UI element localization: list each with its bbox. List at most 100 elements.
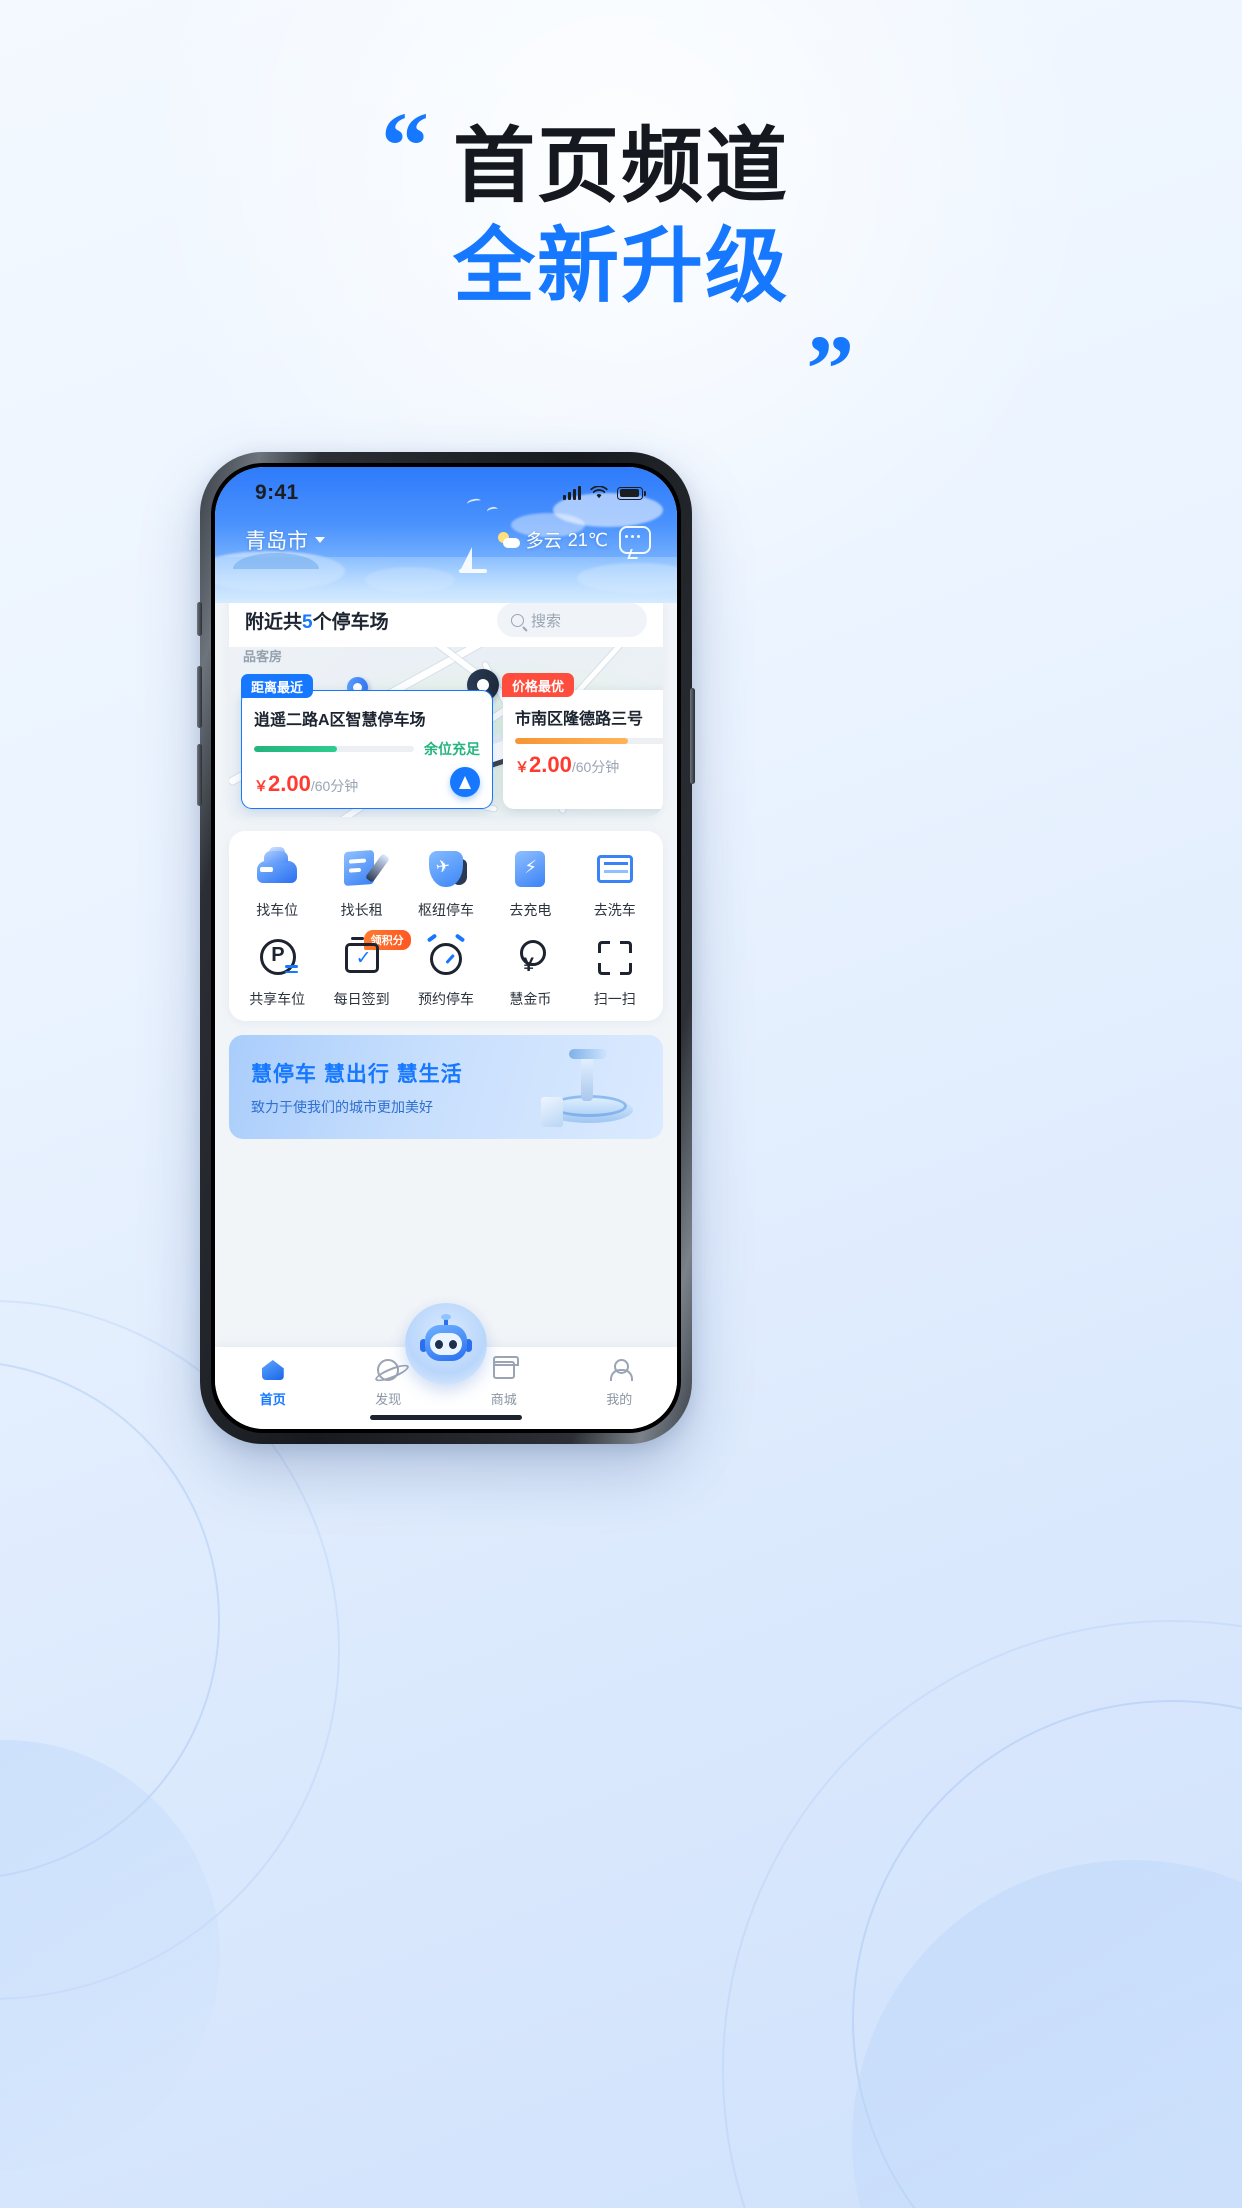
tab-label: 发现 xyxy=(375,1392,402,1407)
scan-icon xyxy=(593,936,637,980)
weather-bar: 青岛市 多云 21℃ xyxy=(215,519,677,555)
quick-action-shared-parking[interactable]: 共享车位 xyxy=(235,936,319,1009)
availability-bar xyxy=(515,738,663,744)
tab-label: 首页 xyxy=(259,1392,286,1407)
signal-bars-icon xyxy=(563,486,581,500)
tab-label: 我的 xyxy=(606,1392,633,1407)
parking-card-list: 距离最近 逍遥二路A区智慧停车场 余位充足 ￥2.00/60分钟 价格最优 市南… xyxy=(241,673,663,809)
partly-cloudy-icon xyxy=(497,529,520,551)
price-unit: /60分钟 xyxy=(571,759,620,775)
car-wash-icon xyxy=(593,847,637,891)
quick-action-car-wash[interactable]: 去洗车 xyxy=(573,847,657,920)
quick-action-scan[interactable]: 扫一扫 xyxy=(573,936,657,1009)
app-content: 附近共5个停车场 搜索 品客房 距离最近 逍遥二路A区智慧停车场 余位充足 ￥2… xyxy=(215,603,677,1347)
quick-action-charging[interactable]: 去充电 xyxy=(488,847,572,920)
airport-shield-icon xyxy=(424,847,468,891)
quick-action-find-parking[interactable]: 找车位 xyxy=(235,847,319,920)
city-selector[interactable]: 青岛市 xyxy=(245,525,325,555)
headline-line-1: 首页频道 xyxy=(452,121,789,212)
weather-info[interactable]: 多云 21℃ xyxy=(497,527,608,553)
quick-actions-grid: 找车位 找长租 枢纽停车 xyxy=(235,847,657,1009)
navigate-arrow-icon[interactable] xyxy=(450,767,480,797)
status-bar-time: 9:41 xyxy=(255,481,299,504)
parking-count-suffix: 个停车场 xyxy=(312,611,389,633)
parking-price: ￥2.00/60分钟 xyxy=(515,752,619,778)
quick-action-label: 慧金币 xyxy=(509,991,552,1007)
parking-panel: 附近共5个停车场 搜索 品客房 距离最近 逍遥二路A区智慧停车场 余位充足 ￥2… xyxy=(229,603,663,817)
taxi-icon xyxy=(255,847,299,891)
parking-count-title: 附近共5个停车场 xyxy=(245,607,389,634)
currency-symbol: ￥ xyxy=(254,778,268,794)
background-arc xyxy=(0,1360,220,1880)
price-value: 2.00 xyxy=(268,771,311,796)
quick-actions-panel: 找车位 找长租 枢纽停车 xyxy=(229,831,663,1021)
quote-close-icon: „ xyxy=(807,264,855,372)
search-placeholder: 搜索 xyxy=(531,612,562,630)
city-label: 青岛市 xyxy=(245,530,308,553)
app-screen: 9:41 青岛市 多云 21℃ 附近共5个停车场 搜索 品客房 距离最近 逍遥二… xyxy=(215,467,677,1429)
phone-mute-switch xyxy=(197,602,202,636)
message-icon[interactable] xyxy=(619,526,651,554)
home-indicator xyxy=(370,1415,522,1420)
background-arc xyxy=(852,1700,1242,2208)
chevron-down-icon xyxy=(315,537,325,543)
weather-text: 多云 xyxy=(525,531,562,551)
quick-action-label: 找车位 xyxy=(256,902,299,918)
parking-count-number: 5 xyxy=(302,611,313,633)
quick-action-label: 预约停车 xyxy=(417,991,474,1007)
headline-line-2: 全新升级 xyxy=(452,221,789,313)
quick-action-label: 每日签到 xyxy=(333,991,390,1007)
weather-header: 9:41 青岛市 多云 21℃ xyxy=(215,467,677,603)
banner-subtitle: 致力于使我们的城市更加美好 xyxy=(251,1098,433,1115)
parking-count-prefix: 附近共 xyxy=(245,611,303,633)
phone-mockup: 9:41 青岛市 多云 21℃ 附近共5个停车场 搜索 品客房 距离最近 逍遥二… xyxy=(197,452,695,1444)
parking-p-icon xyxy=(255,936,299,980)
quick-action-hub-parking[interactable]: 枢纽停车 xyxy=(404,847,488,920)
availability-text: 余位充足 xyxy=(424,741,480,757)
wifi-icon xyxy=(590,486,608,499)
parking-card-name: 市南区隆德路三号 xyxy=(515,711,644,728)
phone-volume-down-button xyxy=(197,744,202,806)
phone-power-button xyxy=(690,688,695,784)
quick-action-coins[interactable]: 慧金币 xyxy=(488,936,572,1009)
quick-action-long-rent[interactable]: 找长租 xyxy=(319,847,403,920)
tab-label: 商城 xyxy=(490,1392,517,1407)
quick-action-label: 去充电 xyxy=(509,902,552,918)
quick-action-label: 找长租 xyxy=(340,902,383,918)
map-view[interactable]: 品客房 燕儿路 45号院 道 xyxy=(229,647,663,817)
quick-action-label: 枢纽停车 xyxy=(417,902,474,918)
parking-card[interactable]: 距离最近 逍遥二路A区智慧停车场 余位充足 ￥2.00/60分钟 xyxy=(241,674,493,809)
temperature-text: 21℃ xyxy=(567,529,608,550)
compass-icon xyxy=(375,1357,401,1383)
availability-bar xyxy=(254,746,414,752)
search-input[interactable]: 搜索 xyxy=(497,603,647,637)
currency-symbol: ￥ xyxy=(515,759,529,775)
banner-title: 慧停车 慧出行 慧生活 xyxy=(251,1062,463,1086)
home-icon xyxy=(260,1357,286,1383)
quick-action-daily-checkin[interactable]: 领积分 每日签到 xyxy=(319,930,411,1009)
promo-banner[interactable]: 慧停车 慧出行 慧生活 致力于使我们的城市更加美好 xyxy=(229,1035,663,1139)
parking-card-tag: 价格最优 xyxy=(502,673,575,697)
quick-action-label: 共享车位 xyxy=(249,991,306,1007)
parking-card-tag: 距离最近 xyxy=(241,674,314,698)
robot-assistant-icon[interactable] xyxy=(405,1303,487,1385)
price-unit: /60分钟 xyxy=(310,778,359,794)
calendar-check-icon xyxy=(340,936,384,980)
alarm-clock-icon xyxy=(424,933,468,980)
tab-home[interactable]: 首页 xyxy=(237,1357,309,1408)
bottom-tab-bar: 首页 发现 商城 我的 xyxy=(215,1303,677,1429)
banner-illustration xyxy=(535,1049,645,1129)
background-arc xyxy=(722,1620,1242,2208)
parking-card[interactable]: 价格最优 市南区隆德路三号 ￥2.00/60分钟 xyxy=(502,673,663,809)
poster-headline: “ 首页频道 全新升级 „ xyxy=(0,98,1242,367)
background-blob xyxy=(0,1740,220,2170)
map-label: 品客房 xyxy=(243,649,283,664)
parking-price: ￥2.00/60分钟 xyxy=(254,771,358,797)
search-icon xyxy=(511,613,524,627)
charging-icon xyxy=(508,847,552,891)
tab-mine[interactable]: 我的 xyxy=(583,1357,655,1408)
coin-yen-icon xyxy=(508,936,552,980)
quick-action-reserve-parking[interactable]: 预约停车 xyxy=(404,933,488,1009)
phone-volume-up-button xyxy=(197,666,202,728)
price-value: 2.00 xyxy=(529,752,572,777)
